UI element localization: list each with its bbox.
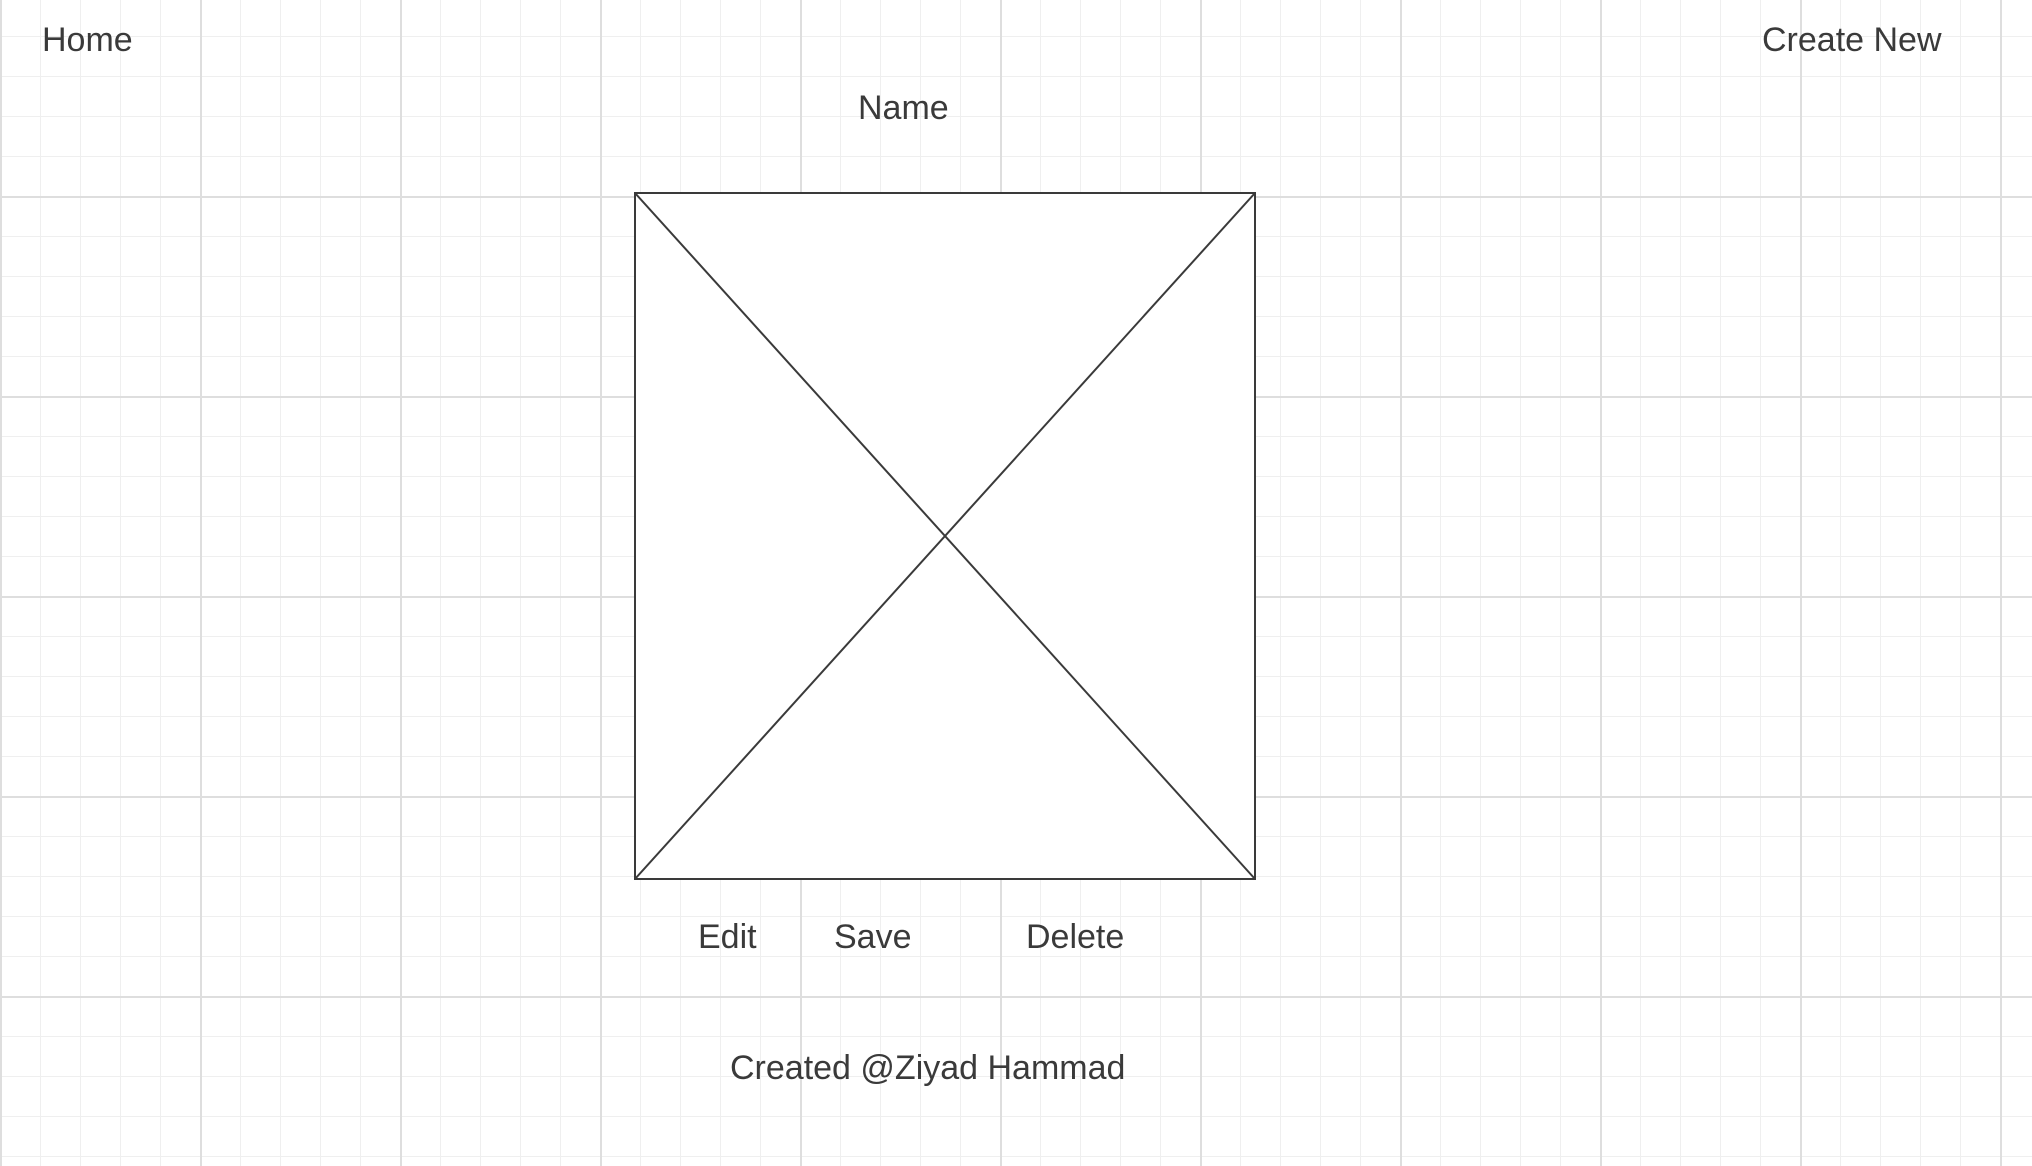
item-name-heading: Name [858,89,949,127]
wireframe-canvas: Home Create New Name Edit Save Delete Cr… [0,0,2032,1166]
footer-credit: Created @Ziyad Hammad [730,1049,1126,1087]
image-placeholder [634,192,1256,880]
home-link[interactable]: Home [42,20,133,60]
save-button[interactable]: Save [834,917,912,957]
image-placeholder-icon [634,192,1256,880]
create-new-link[interactable]: Create New [1762,20,1942,60]
edit-button[interactable]: Edit [698,917,757,957]
delete-button[interactable]: Delete [1026,917,1124,957]
